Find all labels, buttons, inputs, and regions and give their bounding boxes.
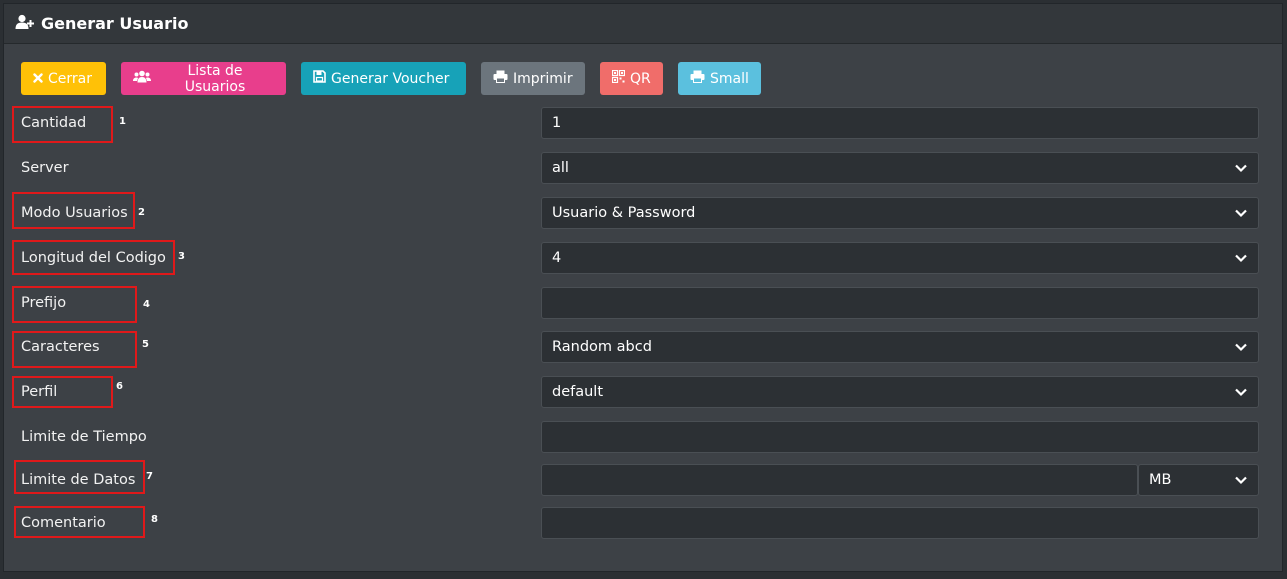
close-icon [33,71,43,87]
printer-icon [690,70,705,87]
caracteres-select[interactable]: Random abcd [541,331,1259,363]
prefijo-input[interactable] [541,287,1259,319]
annotation-box-6 [12,376,113,408]
print-button-label: Imprimir [513,70,573,87]
annotation-box-3 [12,240,175,275]
chevron-down-icon [1235,476,1247,485]
form-row-server: Server all [4,152,1284,184]
form-row-cantidad: Cantidad [4,107,1284,139]
chevron-down-icon [1235,343,1247,352]
server-label: Server [21,160,69,176]
chevron-down-icon [1235,388,1247,397]
modo-usuarios-select[interactable]: Usuario & Password [541,197,1259,229]
annotation-box-4 [12,286,137,323]
close-button[interactable]: Cerrar [21,62,106,95]
form-row-comentario: Comentario [4,507,1284,539]
close-button-label: Cerrar [48,70,92,87]
user-plus-icon [15,14,35,34]
generate-voucher-button[interactable]: Generar Voucher [301,62,466,95]
server-select-value: all [552,160,569,176]
page-title: Generar Usuario [41,14,189,33]
printer-icon [493,70,508,87]
generar-usuario-card: Generar Usuario Cerrar Lista de Usuarios [3,3,1283,572]
data-unit-select[interactable]: MB [1138,464,1259,496]
annotation-box-2 [12,192,135,229]
caracteres-select-value: Random abcd [552,339,652,355]
user-list-button-label: Lista de Usuarios [184,62,246,95]
annotation-box-1 [12,106,113,143]
chevron-down-icon [1235,254,1247,263]
perfil-select-value: default [552,384,604,400]
small-print-button[interactable]: Small [678,62,761,95]
chevron-down-icon [1235,209,1247,218]
form-row-prefijo: Prefijo [4,287,1284,319]
comentario-input[interactable] [541,507,1259,539]
users-icon [133,70,151,87]
cantidad-input[interactable] [541,107,1259,139]
perfil-select[interactable]: default [541,376,1259,408]
form-row-limite-tiempo: Limite de Tiempo [4,421,1284,453]
annotation-box-7 [14,460,145,494]
annotation-number-2: 2 [138,207,145,218]
chevron-down-icon [1235,164,1247,173]
modo-usuarios-select-value: Usuario & Password [552,205,696,221]
limite-datos-input[interactable] [541,464,1138,496]
qr-button[interactable]: QR [600,62,663,95]
annotation-box-8 [14,506,145,538]
card-header: Generar Usuario [4,4,1282,44]
print-button[interactable]: Imprimir [481,62,585,95]
longitud-select-value: 4 [552,250,562,266]
form-row-caracteres: Caracteres Random abcd [4,331,1284,363]
annotation-number-6: 6 [116,381,123,392]
form-row-modo-usuarios: Modo Usuarios Usuario & Password [4,197,1284,229]
annotation-number-3: 3 [178,251,185,262]
annotation-number-8: 8 [151,514,158,525]
longitud-select[interactable]: 4 [541,242,1259,274]
toolbar: Cerrar Lista de Usuarios Generar Voucher… [21,62,761,95]
user-list-button[interactable]: Lista de Usuarios [121,62,286,95]
annotation-number-5: 5 [142,339,149,350]
annotation-number-7: 7 [146,471,153,482]
form-row-longitud: Longitud del Codigo 4 [4,242,1284,274]
annotation-box-5 [12,331,137,368]
annotation-number-1: 1 [119,116,126,127]
qrcode-icon [611,69,626,87]
data-unit-select-value: MB [1149,472,1172,488]
limite-tiempo-label: Limite de Tiempo [21,429,147,445]
form-row-limite-datos: Limite de Datos MB [4,464,1284,496]
limite-tiempo-input[interactable] [541,421,1259,453]
qr-button-label: QR [630,70,651,87]
generate-voucher-button-label: Generar Voucher [331,70,450,87]
annotation-number-4: 4 [143,299,150,310]
save-icon [313,70,326,87]
server-select[interactable]: all [541,152,1259,184]
small-print-button-label: Small [710,70,749,87]
form-row-perfil: Perfil default [4,376,1284,408]
